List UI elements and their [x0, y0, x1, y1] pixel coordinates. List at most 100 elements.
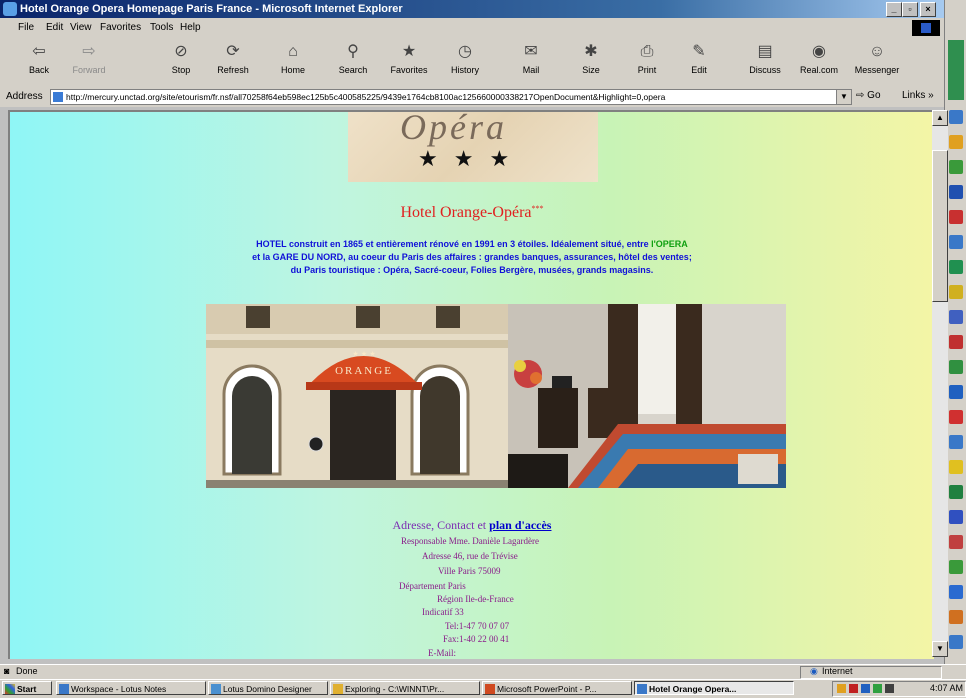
scroll-up-arrow-icon[interactable]: ▲ [932, 110, 948, 126]
menu-file[interactable]: File [18, 22, 34, 33]
home-icon: ⌂ [288, 43, 298, 60]
contact-city: Ville Paris 75009 [438, 566, 501, 576]
tray-app-icon[interactable] [837, 684, 846, 693]
realcom-button[interactable]: ◉ Real.com [792, 41, 846, 75]
app-icon[interactable] [949, 210, 963, 224]
window-title: Hotel Orange Opera Homepage Paris France… [20, 3, 403, 15]
access-map-link[interactable]: plan d'accès [489, 518, 551, 532]
scroll-down-arrow-icon[interactable]: ▼ [932, 641, 948, 657]
taskbar-item-domino-designer[interactable]: Lotus Domino Designer [208, 681, 328, 695]
address-dropdown-button[interactable]: ▼ [836, 89, 852, 105]
taskbar-item-lotus-notes[interactable]: Workspace - Lotus Notes [56, 681, 206, 695]
menu-edit[interactable]: Edit [46, 22, 63, 33]
app-icon[interactable] [949, 510, 963, 524]
app-icon[interactable] [949, 410, 963, 424]
menu-help[interactable]: Help [180, 22, 201, 33]
app-icon[interactable] [949, 385, 963, 399]
page-icon [53, 92, 63, 102]
contact-heading: Adresse, Contact et plan d'accès [392, 518, 552, 532]
app-icon[interactable] [949, 610, 963, 624]
start-button[interactable]: Start [2, 681, 52, 695]
search-icon: ⚲ [347, 43, 359, 60]
app-icon[interactable] [949, 535, 963, 549]
links-button[interactable]: Links » [902, 90, 934, 101]
discuss-button[interactable]: ▤ Discuss [738, 41, 792, 75]
app-icon[interactable] [949, 335, 963, 349]
print-button[interactable]: ⎙ Print [620, 41, 674, 75]
volume-icon[interactable] [885, 684, 894, 693]
standard-toolbar: ⇦ Back ⇨ Forward ⊘ Stop ⟳ Refresh ⌂ Home ⚲ Sea… [0, 38, 944, 88]
taskbar-item-explorer[interactable]: Exploring - C:\WINNT\Pr... [330, 681, 480, 695]
domino-designer-icon [211, 684, 221, 694]
favorites-button[interactable]: ★ Favorites [382, 41, 436, 75]
close-button[interactable]: × [920, 2, 936, 17]
tray-app-icon[interactable] [849, 684, 858, 693]
app-icon[interactable] [949, 235, 963, 249]
app-icon[interactable] [949, 635, 963, 649]
menu-favorites[interactable]: Favorites [100, 22, 141, 33]
taskbar-item-powerpoint[interactable]: Microsoft PowerPoint - P... [482, 681, 632, 695]
clock[interactable]: 4:07 AM [930, 683, 963, 693]
hotel-description: HOTEL construit en 1865 et entièrement r… [252, 239, 692, 275]
forward-button[interactable]: ⇨ Forward [62, 41, 116, 75]
tray-app-icon[interactable] [873, 684, 882, 693]
app-icon[interactable] [949, 435, 963, 449]
history-icon: ◷ [458, 43, 472, 60]
go-button[interactable]: ⇨ Go [856, 90, 881, 101]
stop-icon: ⊘ [174, 43, 188, 60]
window-title-bar[interactable]: Hotel Orange Opera Homepage Paris France… [0, 0, 944, 18]
back-arrow-icon: ⇦ [32, 43, 46, 60]
app-icon[interactable] [949, 310, 963, 324]
back-button[interactable]: ⇦ Back [12, 41, 66, 75]
size-button[interactable]: ✱ Size [564, 41, 618, 75]
internet-zone-icon: ◉ [810, 666, 818, 676]
messenger-icon: ☺ [868, 43, 886, 60]
hotel-logo-banner: Opéra ★★★ [348, 112, 598, 182]
realcom-icon: ◉ [812, 43, 826, 60]
search-button[interactable]: ⚲ Search [326, 41, 380, 75]
contact-fax: Fax:1-40 22 00 41 [443, 634, 510, 644]
app-icon[interactable] [949, 110, 963, 124]
scrollbar-thumb[interactable] [932, 150, 948, 302]
app-icon[interactable] [949, 460, 963, 474]
hotel-room-photo [508, 304, 786, 488]
logo-stars: ★★★ [418, 146, 526, 171]
minimize-button[interactable]: _ [886, 2, 902, 17]
vertical-scrollbar[interactable]: ▲ ▼ [932, 110, 948, 657]
contact-region: Région Ile-de-France [437, 594, 514, 604]
forward-arrow-icon: ⇨ [82, 43, 96, 60]
address-input[interactable]: http://mercury.unctad.org/site/etourism/… [50, 89, 838, 105]
contact-email: E-Mail: [428, 648, 456, 658]
refresh-button[interactable]: ⟳ Refresh [206, 41, 260, 75]
messenger-button[interactable]: ☺ Messenger [850, 41, 904, 75]
menu-tools[interactable]: Tools [150, 22, 173, 33]
app-icon[interactable] [949, 485, 963, 499]
history-button[interactable]: ◷ History [438, 41, 492, 75]
tray-app-icon[interactable] [861, 684, 870, 693]
app-icon[interactable] [949, 585, 963, 599]
app-icon[interactable] [949, 135, 963, 149]
mail-icon: ✉ [524, 43, 538, 60]
app-icon[interactable] [949, 285, 963, 299]
app-icon[interactable] [949, 260, 963, 274]
home-button[interactable]: ⌂ Home [266, 41, 320, 75]
folder-icon [333, 684, 343, 694]
facade-sign-text: ORANGE [335, 365, 393, 377]
stop-button[interactable]: ⊘ Stop [154, 41, 208, 75]
contact-manager: Responsable Mme. Danièle Lagardère [401, 536, 539, 546]
strip-label-icon [948, 40, 964, 100]
hotel-star-rating: *** [531, 204, 544, 213]
refresh-icon: ⟳ [226, 43, 240, 60]
mail-button[interactable]: ✉ Mail [504, 41, 558, 75]
ie-throbber-logo-icon [912, 20, 940, 36]
app-icon[interactable] [949, 185, 963, 199]
system-tray: 4:07 AM [832, 681, 966, 697]
taskbar-item-hotel-orange-opera[interactable]: Hotel Orange Opera... [634, 681, 794, 695]
app-icon[interactable] [949, 160, 963, 174]
app-icon[interactable] [949, 560, 963, 574]
svg-text:★ ★ ★: ★ ★ ★ [352, 350, 375, 358]
edit-button[interactable]: ✎ Edit [672, 41, 726, 75]
app-icon[interactable] [949, 360, 963, 374]
menu-view[interactable]: View [70, 22, 92, 33]
maximize-button[interactable]: ▫ [902, 2, 918, 17]
